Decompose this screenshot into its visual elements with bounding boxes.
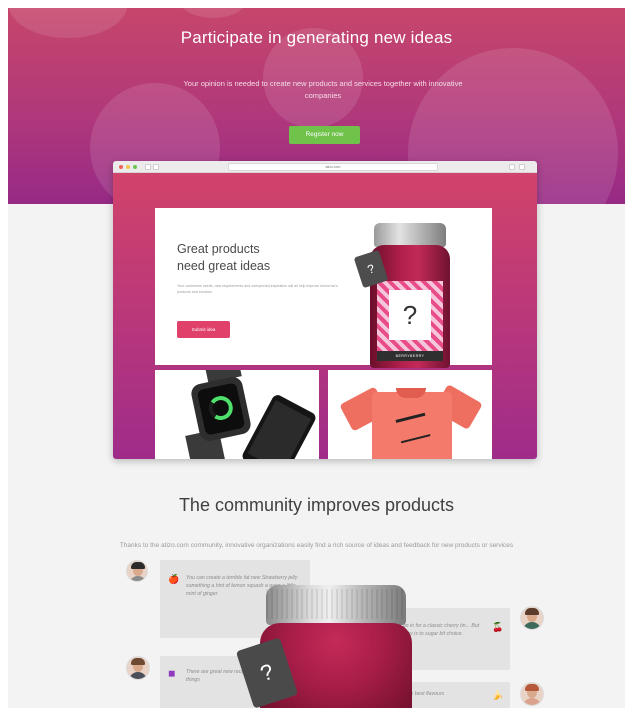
tabs-icon bbox=[519, 164, 525, 170]
tshirt-card bbox=[328, 370, 492, 459]
minimize-dot-icon bbox=[126, 165, 130, 169]
url-bar: atizo.com bbox=[228, 163, 438, 171]
community-title: The community improves products bbox=[178, 495, 455, 515]
jar-icon: ◼ bbox=[168, 668, 176, 678]
hero-subtitle: Your opinion is needed to create new pro… bbox=[183, 79, 463, 100]
avatar-shoulders bbox=[129, 576, 147, 581]
close-dot-icon bbox=[119, 165, 123, 169]
decorative-bubble bbox=[178, 8, 248, 18]
page: Participate in generating new ideas Your… bbox=[8, 8, 625, 708]
avatar-shoulders bbox=[523, 622, 541, 629]
share-icon bbox=[509, 164, 515, 170]
jar-label: ? bbox=[377, 281, 443, 351]
apple-icon: 🍎 bbox=[168, 574, 180, 584]
browser-toolbar: atizo.com bbox=[113, 161, 537, 173]
hero-title: Participate in generating new ideas bbox=[180, 28, 453, 47]
avatar-hair bbox=[525, 684, 539, 691]
jar-image: ? BERRYBERRY ? bbox=[353, 223, 450, 368]
avatar bbox=[126, 656, 150, 680]
submit-idea-button[interactable]: Submit idea bbox=[177, 321, 230, 338]
card-title-line2: need great ideas bbox=[177, 259, 271, 273]
browser-content: Great products need great ideas Your cus… bbox=[113, 173, 537, 459]
avatar-shoulders bbox=[129, 672, 147, 679]
avatar bbox=[126, 560, 148, 582]
feature-card: Great products need great ideas Your cus… bbox=[155, 208, 492, 368]
card-title-line1: Great products bbox=[177, 242, 260, 256]
large-jar-image: ? bbox=[235, 585, 412, 708]
avatar bbox=[520, 606, 544, 630]
activity-ring-icon bbox=[206, 393, 236, 423]
smartwatch-icon bbox=[189, 375, 253, 443]
avatar-hair bbox=[131, 658, 145, 665]
forward-icon bbox=[153, 164, 159, 170]
browser-mockup: atizo.com Great products need great idea… bbox=[113, 161, 537, 459]
community-subtitle: Thanks to the atizo.com community, innov… bbox=[119, 542, 514, 549]
back-icon bbox=[145, 164, 151, 170]
register-button[interactable]: Register now bbox=[289, 126, 360, 144]
card-description: Your customers needs, new requirements a… bbox=[177, 284, 338, 294]
phone-screen bbox=[247, 400, 312, 459]
jar-lid bbox=[374, 223, 446, 247]
question-mark-label: ? bbox=[389, 290, 431, 340]
banana-icon: 🍌 bbox=[492, 690, 504, 700]
avatar-hair bbox=[525, 608, 539, 615]
watch-screen bbox=[196, 382, 246, 436]
avatar-shoulders bbox=[523, 698, 541, 705]
smartphone-icon bbox=[240, 393, 318, 459]
jar-lid-ridges bbox=[266, 589, 406, 619]
avatar bbox=[520, 682, 544, 706]
maximize-dot-icon bbox=[133, 165, 137, 169]
smartwatch-card bbox=[155, 370, 319, 459]
jar-band-label: BERRYBERRY bbox=[377, 351, 443, 361]
cherry-icon: 🍒 bbox=[492, 622, 504, 632]
card-title: Great products need great ideas bbox=[177, 241, 327, 275]
avatar-hair bbox=[131, 562, 145, 569]
